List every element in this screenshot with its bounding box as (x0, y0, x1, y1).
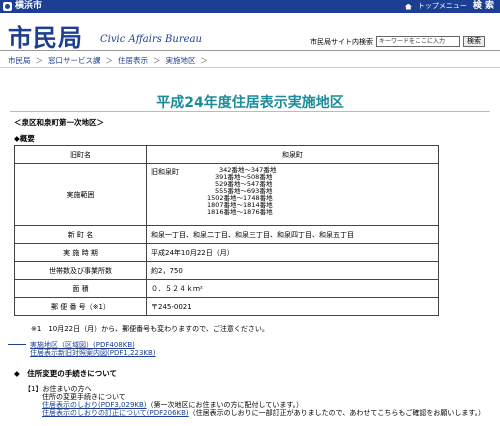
table-cell: 和泉一丁目、和泉二丁目、和泉三丁目、和泉四丁目、和泉五丁目 (146, 225, 439, 244)
table-row: 新 町 名 和泉一丁目、和泉二丁目、和泉三丁目、和泉四丁目、和泉五丁目 (14, 225, 439, 244)
site-header: 市民局 Civic Affairs Bureau 市民局サイト内検索 キーワード… (0, 13, 500, 53)
table-cell: 世帯数及び事業所数 (14, 261, 147, 280)
bureau-title[interactable]: 市民局 (8, 18, 83, 53)
table-cell: 面 積 (14, 279, 147, 298)
breadcrumb-item[interactable]: 市民局 (8, 55, 31, 66)
table-cell: 郵 便 番 号（※1） (14, 297, 147, 316)
correction-link[interactable]: 住居表示のしおりの訂正について(PDF206KB) (42, 409, 189, 417)
city-mark-icon (3, 2, 12, 11)
table-row: 実 施 時 期 平成24年10月22日（月） (14, 243, 439, 262)
divider (0, 67, 500, 68)
table-cell: 実施範囲 (14, 163, 147, 226)
guide-booklet-note: （第一次地区にお住まいの方に配付しています。） (146, 401, 304, 409)
range-list: 342番地～347番地 391番地～508番地 529番地～547番地 555番… (207, 167, 276, 216)
breadcrumb-item[interactable]: 窓口サービス課 (48, 55, 101, 66)
table-row: 実施範囲 旧和泉町 342番地～347番地 391番地～508番地 529番地～… (14, 163, 439, 226)
table-cell: 〒245-0021 (146, 297, 439, 316)
table-row: 面 積 ０．５２４ｋｍ² (14, 279, 439, 298)
top-menu-link[interactable]: トップメニュー (418, 1, 467, 12)
guide-booklet-link[interactable]: 住居表示のしおり(PDF3,029KB) (42, 401, 147, 409)
section-heading: ◆ 住所変更の手続きについて (14, 369, 118, 378)
breadcrumb: 市民局＞ 窓口サービス課＞ 住居表示＞ 実施地区＞ (8, 55, 208, 66)
city-logo[interactable]: 横浜市 (3, 1, 42, 12)
table-row: 世帯数及び事業所数 約2，750 (14, 261, 439, 280)
breadcrumb-item[interactable]: 住居表示 (118, 55, 148, 66)
area-map-link[interactable]: 実施地区（区域図）(PDF408KB) (30, 341, 135, 349)
list-item: 1816番地～1876番地 (207, 208, 273, 216)
residents-section: 【1】お住まいの方へ 住所の変更手続きについて 住居表示のしおり(PDF3,02… (18, 385, 488, 417)
table-cell: 約2，750 (146, 261, 439, 280)
city-name: 横浜市 (15, 1, 43, 11)
table-cell: 和泉町 (146, 145, 439, 164)
residents-heading: 【1】お住まいの方へ (24, 385, 92, 393)
postal-note: ※1 10月22日（月）から、郵便番号も変わりますので、ご注意ください。 (31, 325, 269, 333)
change-procedure-text: 住所の変更手続きについて (42, 393, 126, 401)
table-cell: 新 町 名 (14, 225, 147, 244)
search-label: 市民局サイト内検索 (310, 37, 373, 46)
divider (10, 111, 490, 112)
page-title: 平成24年度住居表示実施地区 (156, 95, 344, 111)
range-town: 旧和泉町 (151, 168, 179, 176)
pdf-links: 実施地区（区域図）(PDF408KB) 住居表示新旧対照案内図(PDF1,223… (8, 341, 156, 357)
table-row: 郵 便 番 号（※1） 〒245-0021 (14, 297, 439, 316)
table-cell: 実 施 時 期 (14, 243, 147, 262)
table-cell: 旧和泉町 342番地～347番地 391番地～508番地 529番地～547番地… (146, 163, 439, 226)
bureau-subtitle: Civic Affairs Bureau (100, 34, 202, 45)
overview-table: 旧町名 和泉町 実施範囲 旧和泉町 342番地～347番地 391番地～508番… (14, 145, 439, 316)
breadcrumb-item[interactable]: 実施地区 (166, 55, 196, 66)
search-button[interactable]: 検索 (463, 36, 485, 47)
table-row: 旧町名 和泉町 (14, 145, 439, 164)
divider (8, 344, 26, 345)
table-cell: ０．５２４ｋｍ² (146, 279, 439, 298)
table-cell: 平成24年10月22日（月） (146, 243, 439, 262)
search-input[interactable]: キーワードをここに入力 (376, 36, 460, 47)
top-bar: 横浜市 トップメニュー 検 索 (0, 0, 500, 13)
guide-map-link[interactable]: 住居表示新旧対照案内図(PDF1,223KB) (30, 349, 156, 357)
area-heading: ＜泉区和泉町第一次地区＞ (14, 118, 104, 127)
correction-note: （住居表示のしおりに一部訂正がありましたので、あわせてこちらもご確認をお願いしま… (188, 409, 486, 417)
search-link[interactable]: 検 索 (473, 1, 494, 12)
site-search: 市民局サイト内検索 キーワードをここに入力 検索 (310, 36, 485, 47)
table-cell: 旧町名 (14, 145, 147, 164)
overview-heading: ◆概要 (14, 134, 35, 143)
home-icon[interactable] (404, 3, 412, 10)
